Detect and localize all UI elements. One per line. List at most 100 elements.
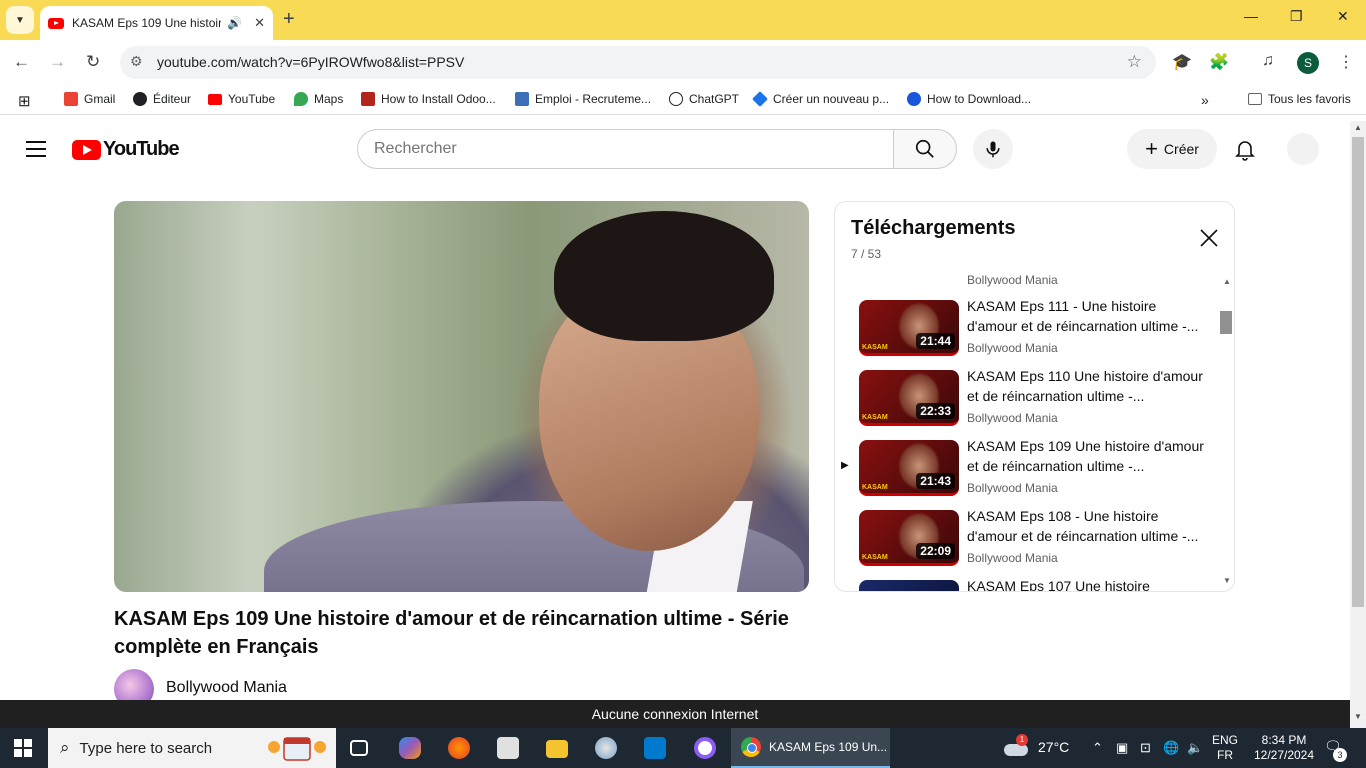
menu-icon[interactable]: [26, 141, 46, 162]
scroll-up-icon[interactable]: ▲: [1354, 123, 1362, 132]
restore-button[interactable]: ❐: [1290, 8, 1303, 25]
incognito-hat-icon[interactable]: 🎓: [1172, 52, 1192, 72]
all-bookmarks-button[interactable]: Tous les favoris: [1248, 92, 1351, 106]
bookmark-chatgpt[interactable]: ChatGPT: [669, 92, 739, 106]
playlist-scroll-up-icon[interactable]: ▲: [1223, 277, 1231, 286]
profile-avatar[interactable]: S: [1297, 52, 1319, 74]
list-item[interactable]: Bollywood Mania: [835, 270, 1220, 287]
bookmark-how-to-download[interactable]: How to Download...: [907, 92, 1031, 106]
playlist-scroll-down-icon[interactable]: ▼: [1223, 576, 1231, 585]
windows-start-icon[interactable]: [14, 739, 32, 757]
task-view-icon[interactable]: [350, 740, 368, 756]
active-tab[interactable]: KASAM Eps 109 Une histoire d'amour 🔊 ✕: [40, 6, 273, 40]
weather-badge: 1: [1016, 734, 1028, 746]
url-text[interactable]: youtube.com/watch?v=6PyIROWfwo8&list=PPS…: [157, 54, 464, 70]
speaker-icon[interactable]: 🔊: [227, 16, 242, 30]
editeur-icon: [133, 92, 147, 106]
playlist-item-channel: Bollywood Mania: [967, 551, 1058, 565]
new-tab-button[interactable]: +: [283, 8, 295, 31]
playlist-item-title: KASAM Eps 107 Une histoire: [967, 578, 1150, 592]
tab-close-icon[interactable]: ✕: [254, 15, 265, 31]
search-button[interactable]: [893, 129, 957, 169]
youtube-logo[interactable]: YouTube: [72, 138, 180, 161]
playlist-item-title: KASAM Eps 111 - Une histoire d'amour et …: [967, 298, 1199, 334]
taskbar-chrome-button[interactable]: KASAM Eps 109 Un...: [731, 728, 890, 768]
media-control-icon[interactable]: ♫: [1262, 52, 1274, 70]
copilot-icon[interactable]: [399, 737, 421, 759]
media-app-icon[interactable]: [694, 737, 716, 759]
page-scrollbar-thumb[interactable]: [1352, 137, 1364, 607]
bookmark-gmail[interactable]: Gmail: [64, 92, 115, 106]
search-input[interactable]: Rechercher: [357, 129, 894, 169]
youtube-logo-text: YouTube: [103, 138, 180, 160]
microphone-icon: [986, 141, 1000, 158]
video-frame-shape: [554, 211, 774, 341]
list-item-current[interactable]: ▶ 21:43 KASAM Eps 109 Une histoire d'amo…: [835, 436, 1220, 506]
list-item[interactable]: 21:44 KASAM Eps 111 - Une histoire d'amo…: [835, 296, 1220, 366]
voice-search-button[interactable]: [973, 129, 1013, 169]
bookmark-youtube[interactable]: YouTube: [208, 92, 275, 106]
windows-taskbar: ⌕ Type here to search KASAM Eps 109 Un..…: [0, 728, 1366, 768]
video-player[interactable]: [114, 201, 809, 592]
playlist-scrollbar-thumb[interactable]: [1220, 311, 1232, 334]
vscode-icon[interactable]: [644, 737, 666, 759]
list-item[interactable]: 22:33 KASAM Eps 110 Une histoire d'amour…: [835, 366, 1220, 436]
bookmark-odoo[interactable]: How to Install Odoo...: [361, 92, 496, 106]
firefox-icon[interactable]: [448, 737, 470, 759]
list-item[interactable]: 22:09 KASAM Eps 108 - Une histoire d'amo…: [835, 506, 1220, 576]
channel-avatar[interactable]: [114, 669, 154, 700]
reload-button[interactable]: ↻: [86, 52, 100, 72]
bookmark-star-icon[interactable]: ☆: [1127, 52, 1142, 72]
video-title: KASAM Eps 109 Une histoire d'amour et de…: [114, 608, 789, 658]
network-globe-icon[interactable]: 🌐: [1163, 740, 1179, 756]
clock-date: 12/27/2024: [1253, 748, 1315, 762]
taskbar-search-box[interactable]: ⌕ Type here to search: [48, 728, 336, 768]
apps-grid-icon[interactable]: ⊞: [18, 92, 31, 110]
video-thumbnail: 22:09: [859, 510, 959, 566]
calendar-app-icon[interactable]: [497, 737, 519, 759]
close-icon[interactable]: [1198, 227, 1220, 249]
bookmark-label: How to Install Odoo...: [381, 92, 496, 106]
volume-icon[interactable]: 🔈: [1187, 740, 1203, 756]
app-icon[interactable]: [595, 737, 617, 759]
address-bar[interactable]: ⚙ youtube.com/watch?v=6PyIROWfwo8&list=P…: [120, 46, 1156, 79]
file-explorer-icon[interactable]: [546, 740, 568, 758]
meet-now-icon[interactable]: ▣: [1116, 740, 1128, 756]
close-window-button[interactable]: ✕: [1337, 8, 1349, 25]
back-button[interactable]: ←: [13, 52, 30, 72]
extensions-icon[interactable]: 🧩: [1209, 52, 1229, 72]
forward-button[interactable]: →: [49, 52, 66, 72]
tab-search-button[interactable]: ▼: [6, 6, 34, 34]
duration-badge: 21:43: [916, 473, 955, 489]
playlist-title[interactable]: Téléchargements: [851, 217, 1016, 240]
weather-widget[interactable]: 1 27°C: [1004, 734, 1069, 756]
language-indicator[interactable]: ENG FR: [1212, 733, 1238, 763]
network-device-icon[interactable]: ⊡: [1140, 740, 1151, 756]
page-scrollbar[interactable]: ▲ ▼: [1350, 121, 1366, 731]
video-thumbnail: 22:33: [859, 370, 959, 426]
list-item[interactable]: KASAM Eps 107 Une histoire: [835, 576, 1220, 592]
playlist-item-channel: Bollywood Mania: [967, 273, 1058, 287]
channel-name[interactable]: Bollywood Mania: [166, 679, 287, 697]
bookmarks-overflow-button[interactable]: »: [1201, 92, 1209, 108]
scroll-down-icon[interactable]: ▼: [1354, 712, 1362, 721]
site-info-icon[interactable]: ⚙: [130, 53, 143, 70]
youtube-play-logo-icon: [72, 139, 101, 160]
video-thumbnail: 21:44: [859, 300, 959, 356]
notifications-bell-icon[interactable]: [1233, 137, 1257, 164]
bookmark-label: Créer un nouveau p...: [773, 92, 890, 106]
bookmark-maps[interactable]: Maps: [294, 92, 343, 106]
create-button[interactable]: + Créer: [1127, 129, 1217, 169]
show-hidden-icons-icon[interactable]: ⌃: [1092, 740, 1103, 756]
bookmark-creer[interactable]: Créer un nouveau p...: [752, 91, 890, 107]
account-avatar[interactable]: [1287, 133, 1319, 165]
system-clock[interactable]: 8:34 PM 12/27/2024: [1248, 733, 1320, 763]
playlist-panel: Téléchargements 7 / 53 Bollywood Mania 2…: [834, 201, 1235, 592]
keyboard-layout: FR: [1217, 748, 1233, 762]
notification-count-badge: 3: [1333, 748, 1347, 762]
chrome-menu-icon[interactable]: ⋮: [1338, 52, 1354, 72]
bookmark-editeur[interactable]: Éditeur: [133, 92, 191, 106]
minimize-button[interactable]: —: [1244, 8, 1258, 24]
bookmark-emploi[interactable]: Emploi - Recruteme...: [515, 92, 651, 106]
playlist-item-title: KASAM Eps 109 Une histoire d'amour et de…: [967, 438, 1204, 474]
